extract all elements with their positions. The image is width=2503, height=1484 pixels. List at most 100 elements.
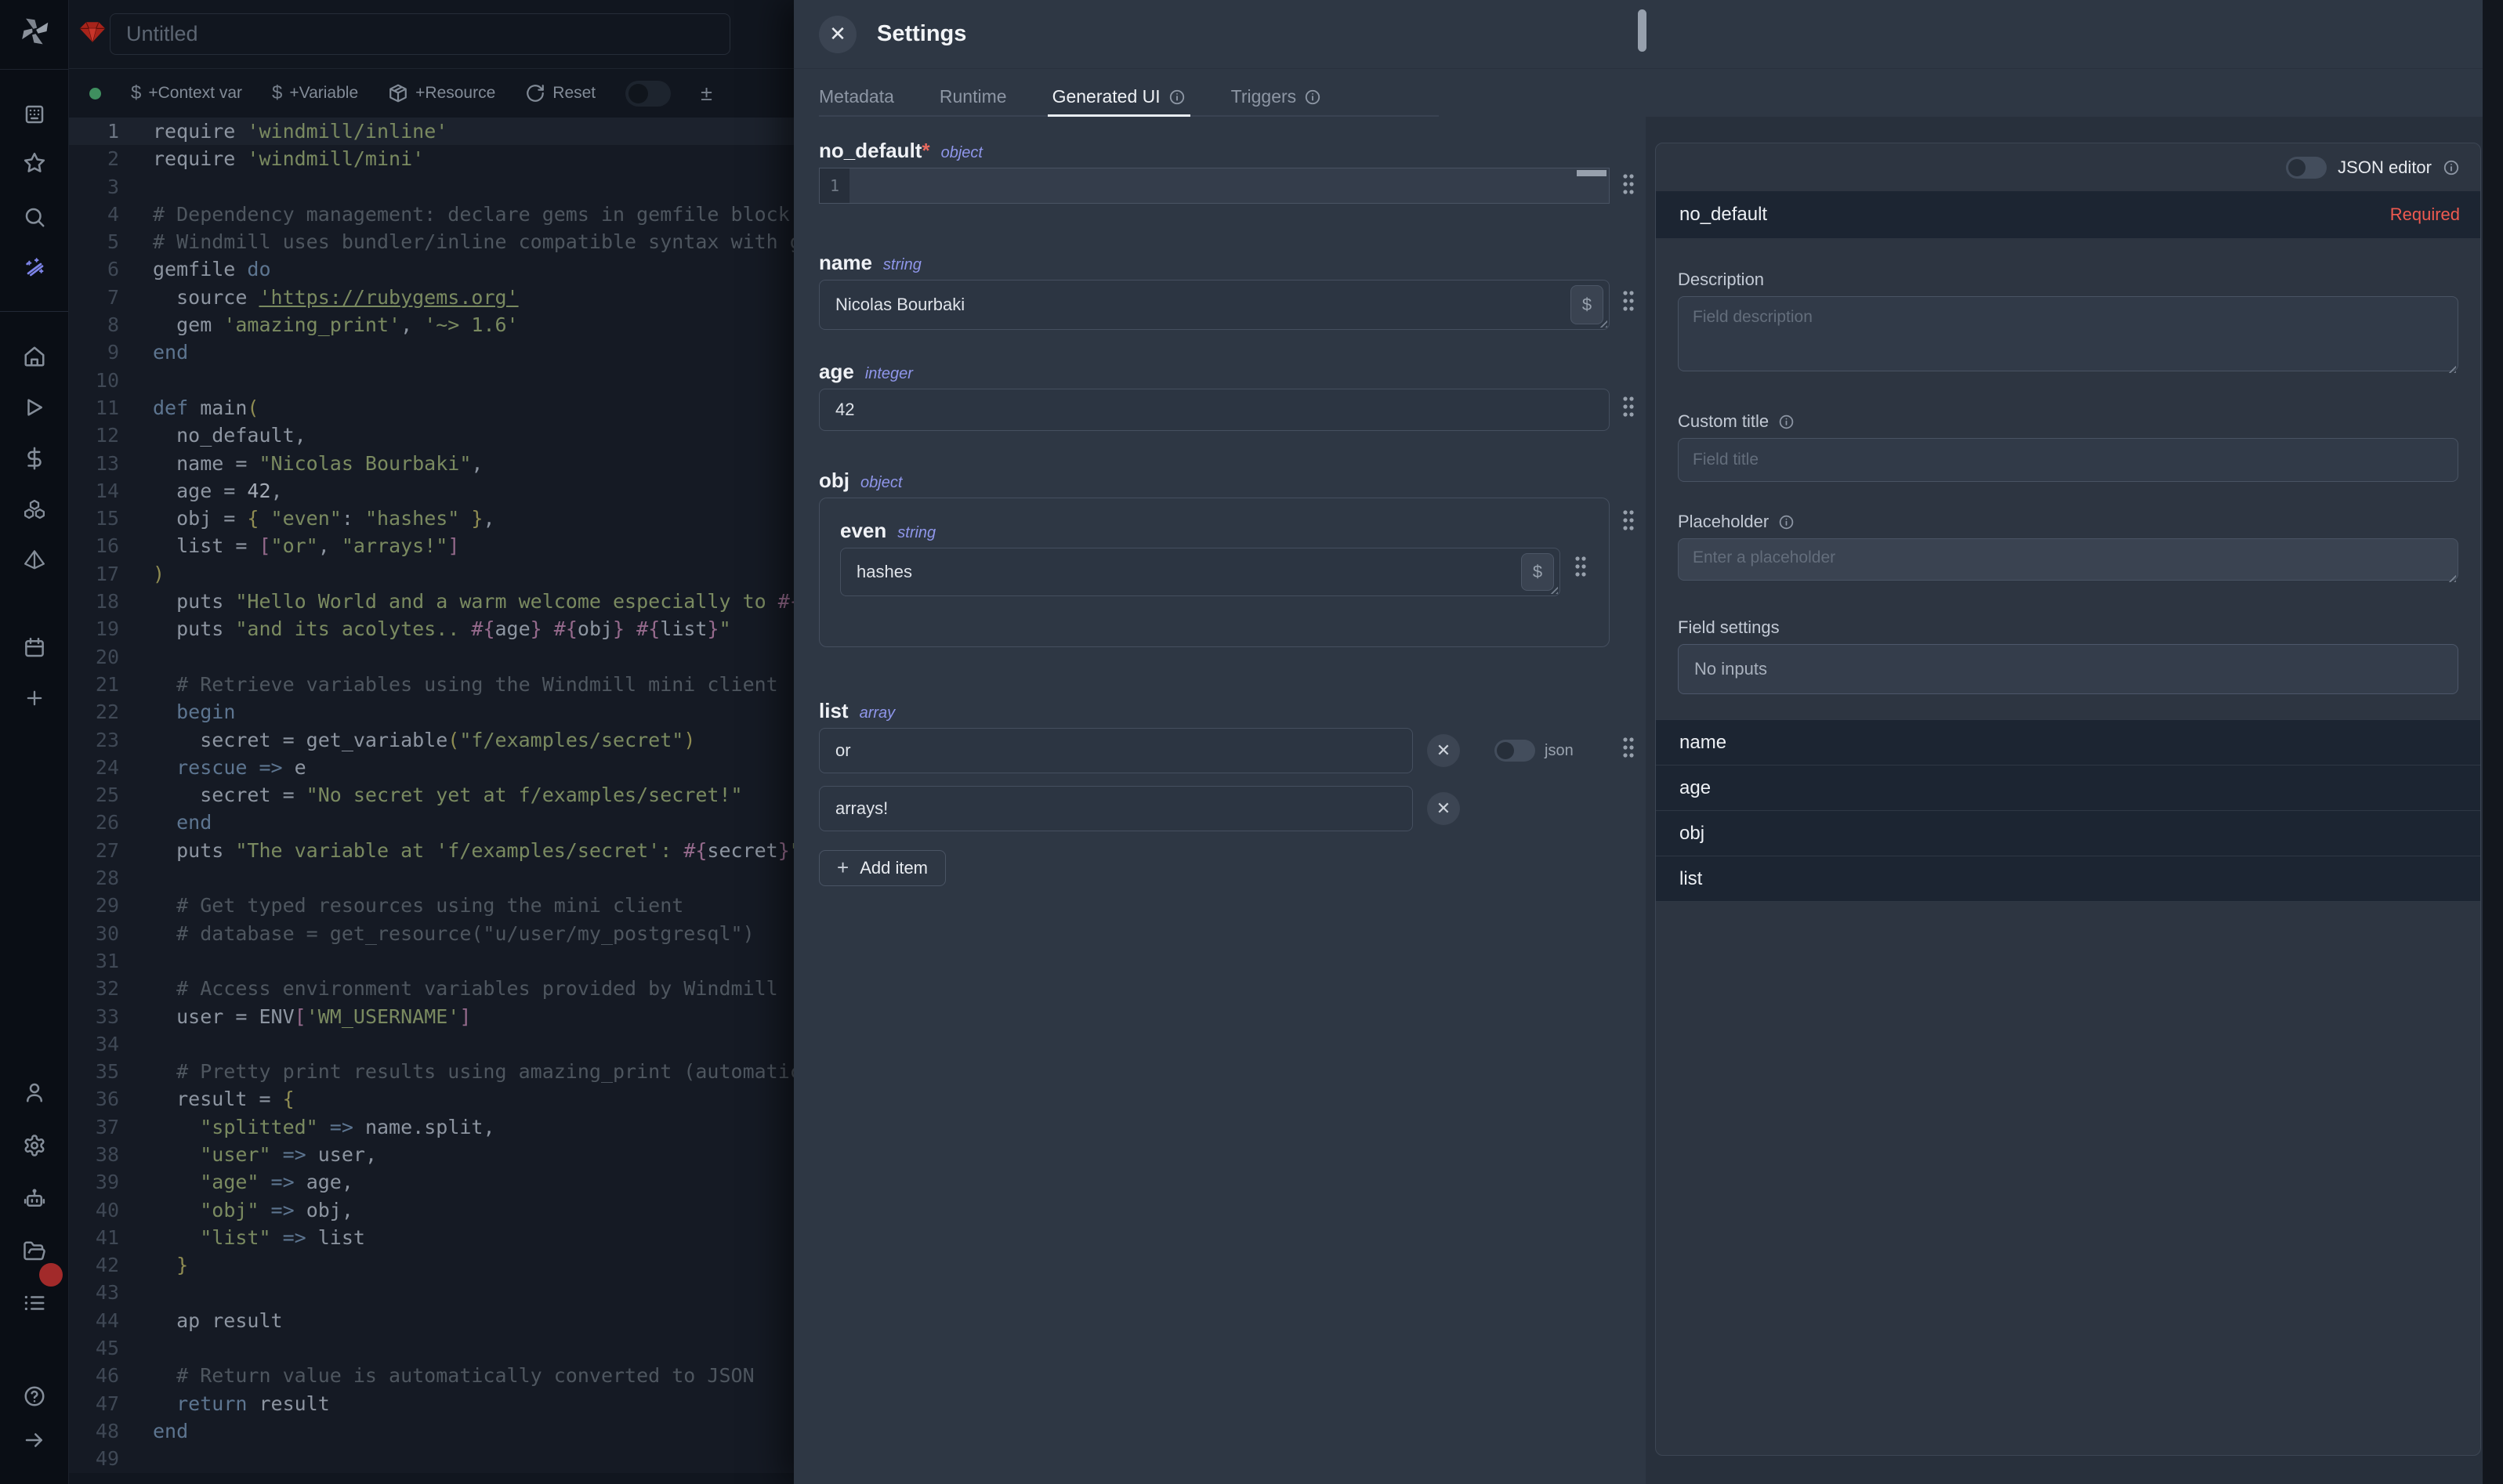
schemas-pyramid-icon[interactable] [23,548,46,571]
drag-handle-icon[interactable] [1621,735,1636,760]
close-icon[interactable]: ✕ [819,16,857,53]
description-label: Description [1678,270,2458,290]
workers-bot-icon[interactable] [23,1187,46,1211]
tab-triggers[interactable]: Triggers [1231,69,1322,115]
json-editor-toggle[interactable] [2286,157,2327,179]
editor-toolbar: $ +Context var $ +Variable +Resource Res… [69,69,794,118]
code-editor[interactable]: 1require 'windmill/inline'2require 'wind… [69,118,794,1473]
selected-field-row[interactable]: no_default Required [1656,191,2480,238]
schema-field-list: name age obj list [1656,719,2480,902]
windmill-logo-icon[interactable] [16,13,53,49]
custom-title-label: Custom title [1678,411,2458,432]
schema-row-list[interactable]: list [1656,856,2480,902]
home-icon[interactable] [23,345,46,368]
description-textarea[interactable] [1678,296,2458,371]
add-plus-icon[interactable] [24,687,45,709]
field-name: name string $ [819,251,1610,330]
schema-row-name[interactable]: name [1656,720,2480,766]
search-icon[interactable] [23,205,46,229]
audit-logs-icon[interactable] [23,1291,46,1315]
info-icon[interactable] [1778,414,1795,430]
scrollbar-thumb[interactable] [1638,9,1646,52]
favorites-star-icon[interactable] [23,151,46,175]
schedules-calendar-icon[interactable] [23,636,46,660]
list-item-input[interactable] [819,728,1413,773]
placeholder-label: Placeholder [1678,512,2458,532]
json-toggle[interactable] [1494,740,1535,762]
properties-zone: JSON editor no_default Required Descript… [1646,117,2483,1484]
drag-handle-icon[interactable] [1621,508,1636,533]
tab-generated-ui[interactable]: Generated UI [1052,69,1186,115]
add-resource-button[interactable]: +Resource [388,83,495,103]
field-settings-box: No inputs [1678,644,2458,694]
app: $ +Context var $ +Variable +Resource Res… [0,0,2503,1484]
list-item-row: ✕ [819,786,1610,831]
titlebar [69,0,794,69]
settings-tabs: Metadata Runtime Generated UI Triggers [794,69,2483,117]
notification-badge [39,1263,63,1287]
sidebar-divider [0,311,68,312]
drag-handle-icon[interactable] [1573,554,1588,579]
script-editor-pane: $ +Context var $ +Variable +Resource Res… [69,0,794,1484]
field-settings-label: Field settings [1678,617,2458,638]
schema-row-obj[interactable]: obj [1656,811,2480,856]
json-editor-label: JSON editor [2338,157,2432,178]
remove-item-icon[interactable]: ✕ [1427,734,1460,767]
age-input[interactable] [819,389,1610,431]
insert-variable-button[interactable]: $ [1570,285,1603,324]
diff-icon[interactable]: ± [701,81,712,106]
field-no-default: no_default* object 1 [819,139,1610,204]
field-list: list array ✕ json [819,699,1610,886]
tab-runtime[interactable]: Runtime [940,69,1007,115]
script-title-input[interactable] [110,13,730,55]
folders-icon[interactable] [23,1240,46,1263]
schema-form-column: no_default* object 1 name string [794,117,1646,1484]
variables-dollar-icon[interactable] [23,447,46,470]
remove-item-icon[interactable]: ✕ [1427,792,1460,825]
insert-variable-button[interactable]: $ [1521,553,1554,591]
obj-nested-container: even string $ [819,498,1610,647]
reset-button[interactable]: Reset [525,83,596,103]
code-lines: 1require 'windmill/inline'2require 'wind… [69,118,794,1473]
help-icon[interactable] [23,1384,46,1408]
drag-handle-icon[interactable] [1621,394,1636,419]
placeholder-textarea[interactable] [1678,538,2458,581]
collapse-arrow-icon[interactable] [23,1428,46,1452]
info-icon[interactable] [1168,89,1186,106]
drawer-title: Settings [877,21,966,47]
ai-wand-icon[interactable] [22,255,47,280]
add-item-button[interactable]: + Add item [819,850,946,886]
info-icon[interactable] [1304,89,1321,106]
even-input[interactable] [840,548,1560,596]
info-icon[interactable] [1778,514,1795,530]
required-badge: Required [2390,205,2460,225]
dollar-icon: $ [272,82,282,104]
resources-boxes-icon[interactable] [23,498,46,521]
mini-scrollbar[interactable] [1577,170,1606,176]
list-item-row: ✕ json [819,728,1610,773]
backdrop-strip [2483,0,2503,1484]
info-icon[interactable] [2443,159,2460,176]
runs-play-icon[interactable] [23,396,46,419]
sidebar-divider-top [0,69,68,70]
custom-title-input[interactable] [1678,438,2458,482]
add-variable-button[interactable]: $ +Variable [272,82,358,104]
editor-toggle[interactable] [625,81,671,107]
workspace-icon[interactable] [23,103,46,126]
add-context-var-button[interactable]: $ +Context var [131,82,242,104]
name-input[interactable] [819,280,1610,330]
field-properties-panel: JSON editor no_default Required Descript… [1655,143,2481,1456]
list-item-input[interactable] [819,786,1413,831]
user-icon[interactable] [23,1080,46,1104]
sidebar [0,0,69,1484]
drag-handle-icon[interactable] [1621,172,1636,197]
field-type-label: object [941,144,983,162]
no-default-json-input[interactable]: 1 [819,168,1610,204]
field-name-label: no_default* [819,139,930,163]
settings-gear-icon[interactable] [23,1134,46,1157]
schema-row-age[interactable]: age [1656,766,2480,811]
field-obj: obj object even string $ [819,469,1610,647]
drag-handle-icon[interactable] [1621,288,1636,313]
tab-metadata[interactable]: Metadata [819,69,894,115]
reset-refresh-icon [525,83,545,103]
